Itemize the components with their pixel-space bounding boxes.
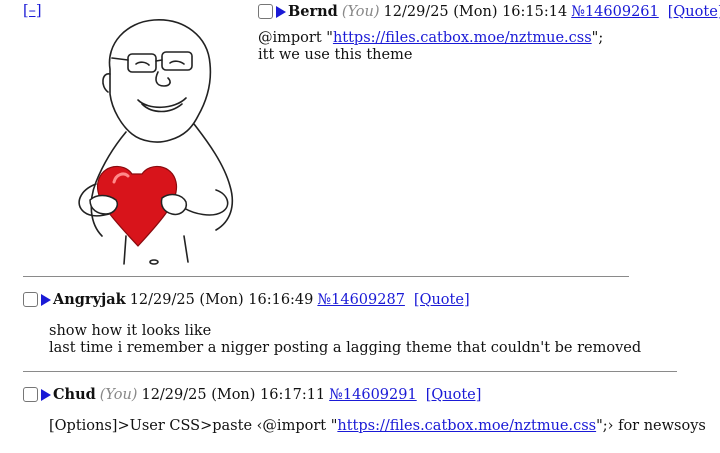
reply-2-css-link[interactable]: https://files.catbox.moe/nztmue.css xyxy=(337,418,596,434)
post-divider xyxy=(23,371,677,372)
op-post-body: @import "https://files.catbox.moe/nztmue… xyxy=(258,30,603,64)
reply-2-post-number-link[interactable]: №14609291 xyxy=(329,387,417,403)
reply-1-body: show how it looks like last time i remem… xyxy=(49,323,641,357)
op-body-line-1-prefix: @import " xyxy=(258,30,333,46)
op-body-line-1-suffix: "; xyxy=(591,30,604,46)
op-select-checkbox[interactable] xyxy=(258,4,273,19)
op-body-line-2: itt we use this theme xyxy=(258,47,413,63)
op-body-line-1: @import "https://files.catbox.moe/nztmue… xyxy=(258,30,603,47)
op-you-marker: (You) xyxy=(341,3,380,20)
reply-2-body: [Options]>User CSS>paste ‹@import "https… xyxy=(49,418,706,435)
op-poster-name: Bernd xyxy=(288,3,338,20)
reply-1-body-line-1: show how it looks like xyxy=(49,323,212,339)
op-datetime: 12/29/25 (Mon) 16:15:14 xyxy=(383,3,568,20)
reply-1-post-menu-arrow-icon[interactable] xyxy=(41,293,51,306)
reply-1-select-checkbox[interactable] xyxy=(23,292,38,307)
reply-2-datetime: 12/29/25 (Mon) 16:17:11 xyxy=(141,386,326,403)
reply-1-poster-name: Angryjak xyxy=(53,291,126,308)
reply-2-body-line-1-prefix: [Options]>User CSS>paste ‹@import " xyxy=(49,418,338,434)
reply-2-body-line-1: [Options]>User CSS>paste ‹@import "https… xyxy=(49,418,706,435)
reply-1-body-line-2: last time i remember a nigger posting a … xyxy=(49,340,642,356)
collapse-thread-button[interactable]: [–] xyxy=(23,3,42,19)
op-post-number-link[interactable]: №14609261 xyxy=(571,4,659,20)
reply-1-datetime: 12/29/25 (Mon) 16:16:49 xyxy=(129,291,314,308)
op-post-header: Bernd (You) 12/29/25 (Mon) 16:15:14 №146… xyxy=(258,3,720,20)
reply-1-header: Angryjak 12/29/25 (Mon) 16:16:49 №146092… xyxy=(23,291,470,308)
op-quote-link[interactable]: [Quote] xyxy=(668,4,720,20)
op-post-menu-arrow-icon[interactable] xyxy=(276,5,286,18)
reply-2-header: Chud (You) 12/29/25 (Mon) 16:17:11 №1460… xyxy=(23,386,481,403)
reply-1-post-number-link[interactable]: №14609287 xyxy=(317,292,405,308)
reply-2-poster-name: Chud xyxy=(53,386,96,403)
op-css-link[interactable]: https://files.catbox.moe/nztmue.css xyxy=(333,30,592,46)
reply-2-quote-link[interactable]: [Quote] xyxy=(426,387,482,403)
wojak-heart-image[interactable] xyxy=(66,14,238,268)
reply-2-post-menu-arrow-icon[interactable] xyxy=(41,388,51,401)
reply-2-body-line-1-suffix: ";› for newsoys xyxy=(596,418,706,434)
reply-2-you-marker: (You) xyxy=(99,386,138,403)
reply-2-select-checkbox[interactable] xyxy=(23,387,38,402)
post-divider xyxy=(23,276,629,277)
reply-1-quote-link[interactable]: [Quote] xyxy=(414,292,470,308)
